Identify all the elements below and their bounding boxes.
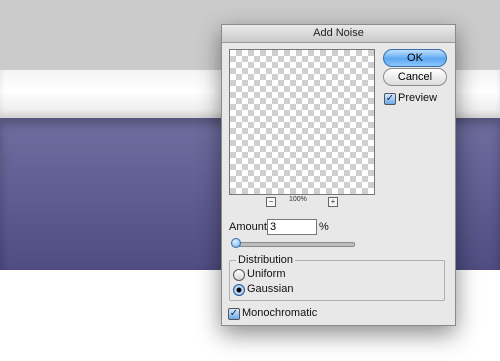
- zoom-controls: − 100% +: [229, 195, 375, 209]
- preview-label[interactable]: Preview: [398, 92, 437, 104]
- amount-label: Amount:: [229, 221, 270, 233]
- monochromatic-checkbox[interactable]: ✓: [228, 308, 240, 320]
- zoom-out-icon[interactable]: −: [266, 197, 276, 207]
- zoom-in-icon[interactable]: +: [328, 197, 338, 207]
- zoom-level: 100%: [289, 196, 307, 203]
- uniform-radio[interactable]: [233, 269, 245, 281]
- add-noise-dialog: Add Noise − 100% + OK Cancel ✓ Preview A…: [221, 24, 456, 326]
- cancel-button[interactable]: Cancel: [383, 68, 447, 86]
- amount-slider-track[interactable]: [232, 242, 355, 247]
- uniform-label[interactable]: Uniform: [247, 268, 286, 280]
- noise-preview-area[interactable]: [229, 49, 375, 195]
- ok-button[interactable]: OK: [383, 49, 447, 67]
- amount-unit: %: [319, 221, 329, 233]
- gaussian-label[interactable]: Gaussian: [247, 283, 293, 295]
- distribution-title: Distribution: [236, 254, 296, 266]
- preview-checkbox[interactable]: ✓: [384, 93, 396, 105]
- dialog-title[interactable]: Add Noise: [222, 25, 455, 43]
- monochromatic-label[interactable]: Monochromatic: [242, 307, 317, 319]
- amount-input[interactable]: [267, 219, 317, 235]
- gaussian-radio[interactable]: [233, 284, 245, 296]
- amount-slider-thumb[interactable]: [230, 238, 241, 248]
